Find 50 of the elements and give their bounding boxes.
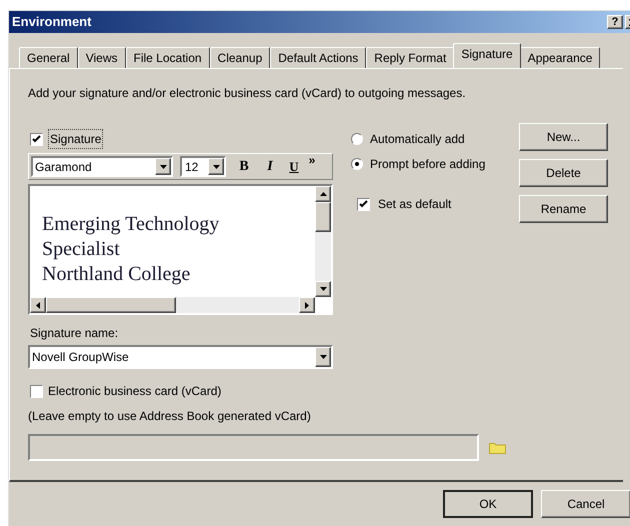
signature-text: Emerging Technology	[42, 212, 220, 237]
tab[interactable]: Views	[78, 47, 126, 68]
horizontal-scrollbar[interactable]	[30, 297, 315, 313]
checkbox-label: Electronic business card (vCard)	[48, 383, 222, 400]
font-size-select[interactable]: 12	[180, 156, 226, 177]
scroll-thumb[interactable]	[315, 202, 331, 232]
radio-button[interactable]	[351, 133, 363, 145]
signature-text: Northland College	[42, 262, 190, 287]
scroll-arrow-button[interactable]	[299, 297, 315, 313]
help-button[interactable]: ?	[607, 15, 623, 29]
signature-checkbox[interactable]	[30, 132, 43, 146]
underline-button[interactable]: U	[285, 156, 303, 176]
field-label: Signature name:	[30, 325, 118, 342]
tab[interactable]: File Location	[126, 47, 210, 68]
window-title: Environment	[12, 13, 92, 32]
dialog-button[interactable]: Cancel	[541, 490, 630, 518]
tab[interactable]: Signature	[453, 43, 521, 68]
scroll-thumb[interactable]	[46, 297, 176, 313]
tab[interactable]: Default Actions	[270, 47, 366, 68]
radio-label: Automatically add	[370, 131, 465, 148]
signature-text: Specialist	[42, 237, 120, 262]
signature-editor[interactable]: Emerging Technology Specialist Northland College	[28, 184, 333, 315]
tab[interactable]: General	[19, 47, 78, 68]
radio-button[interactable]	[351, 158, 363, 170]
arrow-icon	[320, 192, 326, 196]
vertical-scrollbar[interactable]	[315, 186, 331, 297]
arrow-icon	[36, 302, 40, 308]
action-button[interactable]: New...	[519, 123, 608, 151]
checkbox-label: Set as default	[378, 196, 452, 213]
description-text: Add your signature and/or electronic business card (vCard) to outgoing messages.	[28, 85, 467, 102]
scroll-arrow-button[interactable]	[315, 186, 331, 202]
radio-label: Prompt before adding	[370, 156, 486, 173]
arrow-icon	[305, 302, 309, 308]
italic-button[interactable]: I	[259, 156, 281, 177]
dialog-button[interactable]: OK	[443, 490, 533, 518]
more-button[interactable]: »	[307, 154, 317, 166]
arrow-icon	[320, 287, 326, 291]
tab[interactable]: Appearance	[520, 47, 600, 68]
hint-text: (Leave empty to use Address Book generated vCard)	[28, 408, 311, 425]
checkbox-label: Signature	[48, 129, 104, 149]
action-button[interactable]: Rename	[519, 195, 608, 223]
signature-name-select[interactable]: Novell GroupWise	[28, 345, 333, 369]
scroll-arrow-button[interactable]	[30, 297, 46, 313]
default-checkbox[interactable]	[357, 198, 370, 210]
tab[interactable]: Cleanup	[210, 47, 270, 68]
action-button[interactable]: Delete	[519, 159, 608, 187]
font-select[interactable]: Garamond	[31, 156, 173, 177]
scroll-arrow-button[interactable]	[315, 281, 331, 297]
tab[interactable]: Reply Format	[366, 47, 454, 68]
bold-button[interactable]: B	[233, 156, 255, 177]
